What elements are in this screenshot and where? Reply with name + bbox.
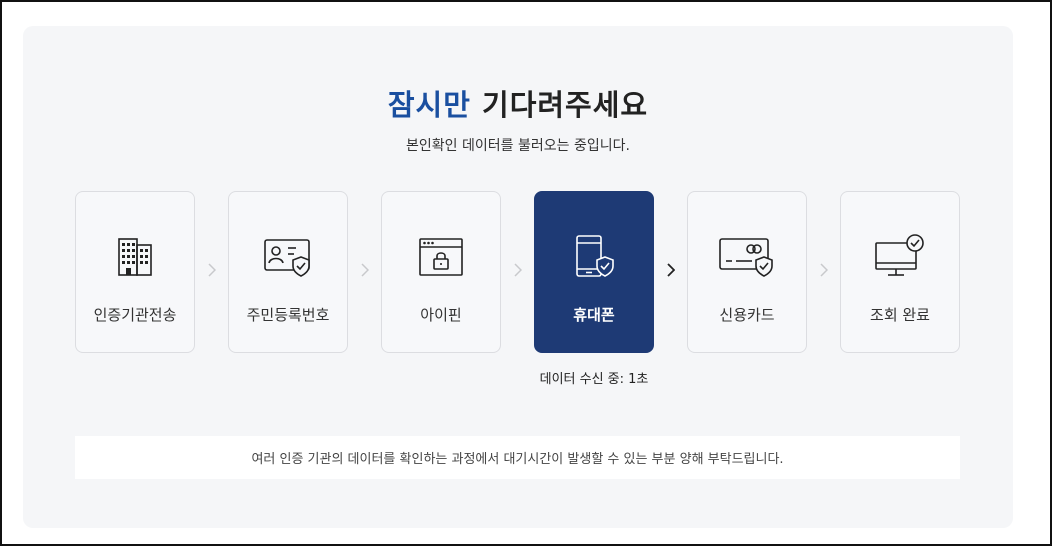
page-title: 잠시만 기다려주세요 xyxy=(23,82,1013,124)
building-icon xyxy=(76,232,194,282)
step-label: 주민등록번호 xyxy=(246,306,330,324)
title-rest: 기다려주세요 xyxy=(470,88,649,122)
step-label: 휴대폰 xyxy=(573,306,615,324)
step-lookup-complete: 조회 완료 xyxy=(840,191,960,353)
chevron-right-icon xyxy=(664,262,678,278)
phone-shield-icon xyxy=(535,232,653,282)
chevron-right-icon xyxy=(511,262,525,278)
step-label: 신용카드 xyxy=(719,306,775,324)
id-card-icon xyxy=(229,232,347,282)
window-frame: 잠시만 기다려주세요 본인확인 데이터를 불러오는 중입니다. 인증기관전송 주… xyxy=(0,0,1052,546)
step-label: 조회 완료 xyxy=(870,306,930,324)
monitor-check-icon xyxy=(841,232,959,282)
notice-banner: 여러 인증 기관의 데이터를 확인하는 과정에서 대기시간이 발생할 수 있는 … xyxy=(75,436,960,479)
credit-card-icon xyxy=(688,232,806,282)
step-ipin: 아이핀 xyxy=(381,191,501,353)
step-label: 아이핀 xyxy=(420,306,462,324)
page-subtitle: 본인확인 데이터를 불러오는 중입니다. xyxy=(406,138,630,154)
notice-text: 여러 인증 기관의 데이터를 확인하는 과정에서 대기시간이 발생할 수 있는 … xyxy=(251,452,784,467)
step-credit-card: 신용카드 xyxy=(687,191,807,353)
step-resident-number: 주민등록번호 xyxy=(228,191,348,353)
step-institution-transfer: 인증기관전송 xyxy=(75,191,195,353)
browser-lock-icon xyxy=(382,232,500,282)
chevron-right-icon xyxy=(817,262,831,278)
loading-panel: 잠시만 기다려주세요 본인확인 데이터를 불러오는 중입니다. 인증기관전송 주… xyxy=(23,26,1013,528)
chevron-right-icon xyxy=(205,262,219,278)
title-accent: 잠시만 xyxy=(387,88,471,122)
status-text: 데이터 수신 중: 1초 xyxy=(539,372,649,387)
chevron-right-icon xyxy=(358,262,372,278)
step-label: 인증기관전송 xyxy=(93,306,177,324)
step-mobile-phone: 휴대폰 xyxy=(534,191,654,353)
